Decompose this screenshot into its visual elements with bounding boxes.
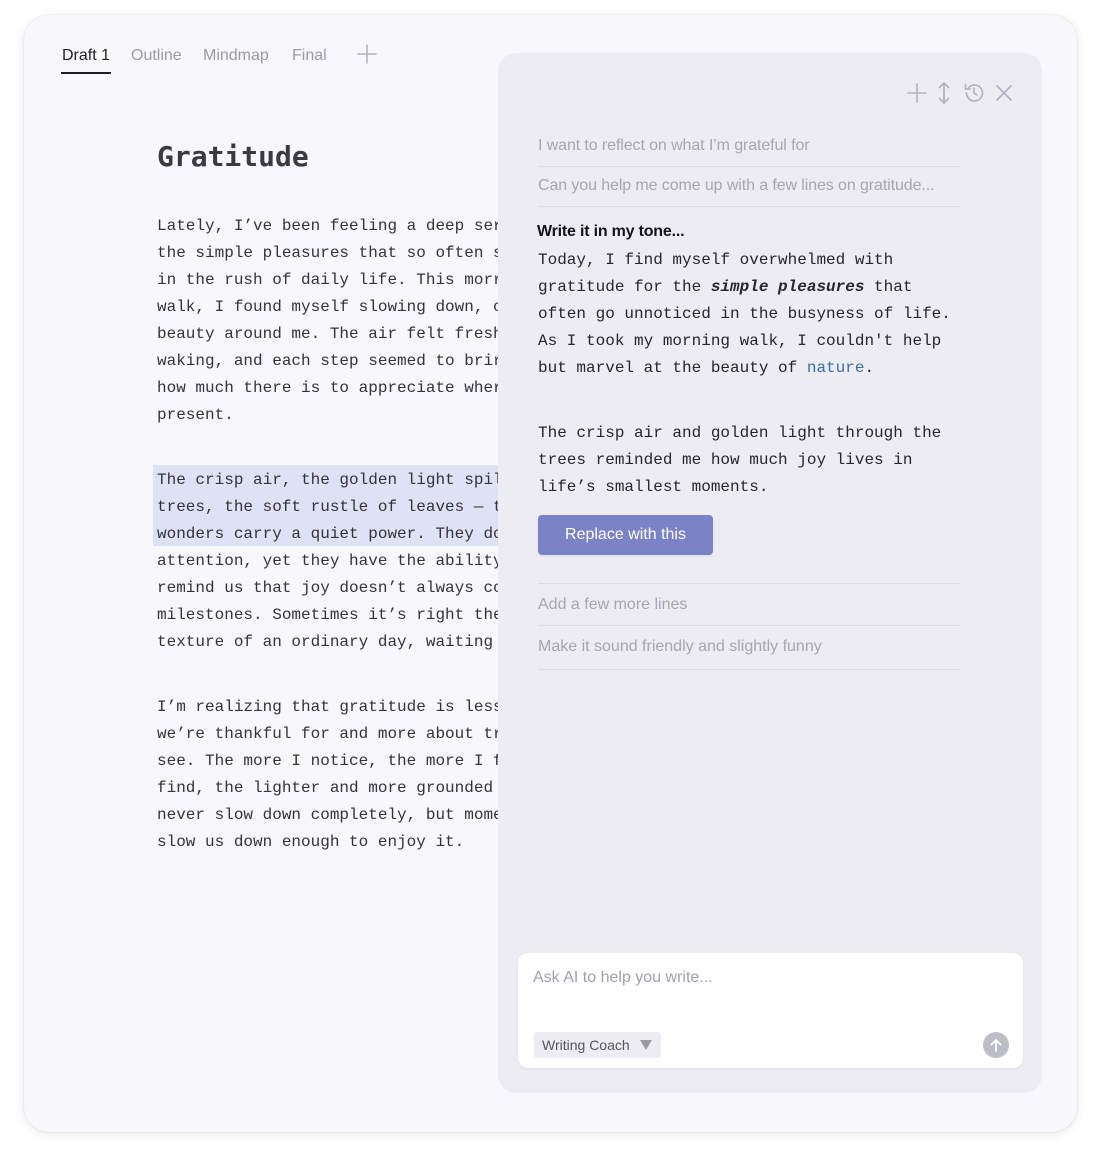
writing-coach-dropdown[interactable]: Writing Coach [534, 1032, 661, 1058]
tab-draft-1[interactable]: Draft 1 [60, 47, 112, 74]
document-paragraph[interactable]: Lately, I’ve been feeling a deep ser the… [157, 213, 503, 429]
ai-assistant-panel: I want to reflect on what I’m grateful f… [498, 53, 1042, 1093]
arrow-up-icon [990, 1039, 1002, 1052]
suggestion-friendly-funny[interactable]: Make it sound friendly and slightly funn… [538, 638, 822, 656]
replace-with-this-button[interactable]: Replace with this [538, 515, 713, 555]
response-text: . [864, 359, 875, 377]
suggestion-add-more-lines[interactable]: Add a few more lines [538, 596, 687, 614]
chevron-down-icon [639, 1040, 652, 1050]
divider [538, 166, 960, 167]
ai-response-paragraph: The crisp air and golden light through t… [538, 424, 942, 496]
new-chat-icon[interactable] [905, 81, 929, 105]
ask-ai-input[interactable] [533, 969, 993, 987]
response-link[interactable]: nature [807, 359, 865, 377]
history-prompt[interactable]: Can you help me come up with a few lines… [538, 177, 960, 195]
app-window: Draft 1 Outline Mindmap Final Gratitude … [24, 15, 1077, 1132]
ai-chat-input-box: Writing Coach [518, 953, 1023, 1068]
tab-final[interactable]: Final [292, 47, 327, 65]
send-button[interactable] [983, 1032, 1009, 1058]
ai-response-paragraph: Today, I find myself overwhelmed with gr… [538, 247, 951, 382]
add-tab-icon[interactable] [356, 43, 378, 65]
divider [538, 625, 960, 626]
response-emphasis: simple pleasures [710, 278, 865, 296]
close-icon[interactable] [992, 81, 1016, 105]
divider [538, 669, 960, 670]
history-prompt[interactable]: I want to reflect on what I’m grateful f… [538, 137, 960, 155]
history-icon[interactable] [962, 81, 986, 105]
dropdown-label: Writing Coach [542, 1037, 630, 1053]
document-paragraph[interactable]: I’m realizing that gratitude is less we’… [157, 694, 503, 856]
tab-mindmap[interactable]: Mindmap [203, 47, 269, 65]
divider [538, 206, 960, 207]
current-prompt: Write it in my tone... [537, 223, 685, 240]
vertical-resize-icon[interactable] [932, 81, 956, 105]
tab-outline[interactable]: Outline [131, 47, 182, 65]
document-paragraph-selected[interactable]: The crisp air, the golden light spil tre… [157, 467, 503, 656]
divider [538, 583, 960, 584]
